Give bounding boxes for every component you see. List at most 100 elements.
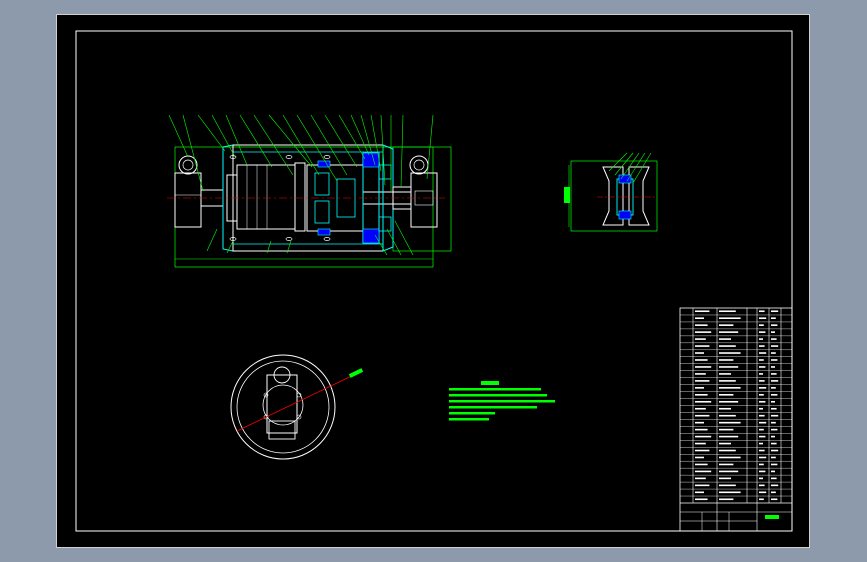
parts-list-cell-mark	[759, 331, 766, 333]
note-line-4	[449, 406, 537, 409]
parts-list-cell-mark	[719, 317, 741, 320]
parts-list-cell-mark	[719, 449, 736, 452]
parts-list-cell-mark	[695, 435, 712, 438]
parts-list-cell-mark	[759, 442, 763, 445]
parts-list-cell-mark	[719, 491, 741, 494]
motor-end	[294, 162, 306, 232]
parts-list-cell-mark	[695, 373, 706, 375]
parts-list-cell-mark	[771, 463, 778, 466]
parts-list-cell-mark	[759, 470, 766, 473]
parts-list-cell-mark	[695, 387, 704, 389]
parts-list-cell-mark	[771, 484, 779, 487]
end-view-outer	[230, 354, 336, 460]
parts-list-cell-mark	[759, 324, 764, 326]
parts-list-cell-mark	[719, 331, 739, 333]
drawing-sheet	[56, 14, 810, 548]
bolt-4	[285, 237, 293, 241]
parts-list-cell-mark	[771, 421, 776, 424]
right-flange-hatch-bottom	[362, 228, 380, 244]
parts-list-text	[695, 310, 779, 501]
parts-list-cell-mark	[771, 387, 776, 389]
parts-list-cell-mark	[759, 463, 764, 466]
parts-list-cell-mark	[759, 317, 767, 320]
gear-1	[314, 172, 330, 196]
parts-list-cell-mark	[695, 359, 708, 361]
parts-list-cell-mark	[695, 414, 710, 417]
detail-view	[564, 152, 658, 232]
parts-list-cell-mark	[759, 407, 763, 410]
parts-list-cell-mark	[771, 394, 778, 396]
parts-list-cell-mark	[695, 477, 706, 480]
end-view-dim-text-box	[348, 368, 364, 378]
parts-list-cell-mark	[771, 414, 779, 417]
parts-list-cell-mark	[719, 428, 734, 431]
detail-frame	[570, 160, 658, 232]
parts-list-cell-mark	[719, 470, 739, 473]
parts-list-cell-mark	[695, 442, 706, 445]
parts-list-cell-mark	[695, 331, 712, 333]
parts-list-cell-mark	[771, 442, 777, 445]
parts-list-cell-mark	[771, 324, 778, 326]
tech-notes	[449, 381, 555, 421]
parts-list-cell-mark	[719, 435, 739, 438]
parts-list-cell-mark	[771, 317, 776, 320]
parts-list-cell-mark	[719, 310, 736, 313]
parts-list-cell-mark	[719, 380, 736, 382]
parts-list-cell-mark	[771, 345, 779, 347]
parts-list-cell-mark	[771, 477, 777, 480]
parts-list-cell-mark	[695, 366, 712, 368]
parts-list-cell-mark	[771, 449, 779, 452]
parts-list-cell-mark	[771, 373, 777, 375]
parts-list-cell-mark	[771, 359, 778, 361]
note-line-1	[449, 388, 541, 391]
parts-list-cell-mark	[719, 477, 731, 480]
parts-list-cell-mark	[695, 449, 710, 452]
parts-list-cell-mark	[771, 498, 778, 501]
notes-title-box	[481, 381, 499, 385]
parts-list-cell-mark	[719, 352, 741, 354]
parts-list-cell-mark	[695, 400, 712, 403]
parts-list-cell-mark	[695, 421, 704, 424]
parts-list-cell-mark	[695, 310, 710, 313]
end-view-diameter-line	[236, 370, 363, 432]
parts-list-cell-mark	[759, 338, 763, 340]
parts-list-cell-mark	[719, 387, 741, 389]
parts-list-cell-mark	[771, 491, 776, 494]
main-section-view	[167, 114, 452, 268]
parts-list	[679, 307, 793, 532]
parts-list-cell-mark	[695, 456, 704, 459]
parts-list-cell-mark	[719, 324, 734, 326]
overall-box-outer	[174, 146, 434, 268]
gear-2	[314, 200, 330, 224]
parts-list-cell-mark	[695, 338, 706, 340]
parts-list-cell-mark	[759, 310, 765, 313]
parts-list-cell-mark	[771, 435, 775, 438]
end-view	[230, 354, 364, 460]
note-line-2	[449, 394, 547, 397]
parts-list-cell-mark	[695, 428, 708, 431]
parts-list-cell-mark	[719, 373, 731, 375]
parts-list-cell-mark	[759, 373, 763, 375]
bolt-5	[323, 155, 331, 159]
parts-list-cell-mark	[771, 456, 776, 459]
note-line-3	[449, 400, 555, 403]
parts-list-cell-mark	[695, 407, 706, 410]
parts-list-cell-mark	[759, 435, 766, 438]
parts-list-cell-mark	[695, 491, 704, 494]
parts-list-cell-mark	[759, 477, 763, 480]
parts-list-cell-mark	[759, 456, 767, 459]
parts-list-cell-mark	[719, 463, 734, 466]
parts-list-cell-mark	[759, 414, 765, 417]
parts-list-cell-mark	[759, 498, 764, 501]
parts-list-cell-mark	[719, 442, 731, 445]
parts-list-cell-mark	[719, 421, 741, 424]
parts-list-cell-mark	[695, 394, 708, 396]
left-lifting-eye-inner	[182, 159, 194, 171]
parts-list-cell-mark	[759, 428, 764, 431]
note-line-5	[449, 412, 495, 415]
motor-body	[236, 164, 296, 230]
parts-list-cell-mark	[719, 345, 736, 347]
cad-drawing	[75, 30, 793, 532]
parts-list-cell-mark	[719, 498, 734, 501]
parts-list-cell-mark	[759, 387, 767, 389]
